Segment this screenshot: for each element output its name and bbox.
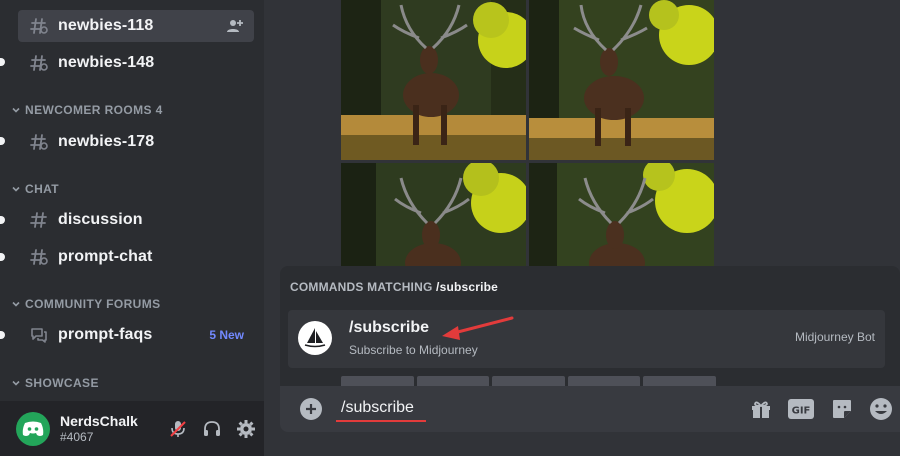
category-label: CHAT — [25, 182, 60, 196]
image-tile[interactable] — [529, 163, 714, 269]
gif-button[interactable]: GIF — [788, 396, 814, 422]
deer-image — [529, 163, 714, 269]
commands-header: COMMANDS MATCHING /subscribe — [290, 280, 498, 294]
sticker-button[interactable] — [829, 396, 855, 422]
threads-hash-icon — [28, 52, 50, 74]
username: NerdsChalk — [60, 412, 138, 429]
message-input-bar: /subscribe GIF — [280, 386, 900, 432]
category-chat[interactable]: CHAT — [10, 180, 59, 198]
unread-indicator — [0, 137, 5, 145]
category-label: NEWCOMER ROOMS 4 — [25, 103, 163, 117]
user-info[interactable]: NerdsChalk #4067 — [60, 413, 162, 445]
command-option-subscribe[interactable]: /subscribe Subscribe to Midjourney Midjo… — [288, 310, 885, 368]
peek-button — [643, 376, 716, 386]
channel-label: discussion — [58, 211, 143, 228]
image-tile[interactable] — [529, 0, 714, 160]
channel-newbies-148[interactable]: newbies-148 — [18, 47, 254, 79]
channel-label: prompt-chat — [58, 248, 153, 265]
upload-button[interactable] — [300, 398, 322, 420]
discord-logo-icon — [22, 421, 44, 436]
gift-icon — [752, 401, 770, 418]
channel-newbies-118[interactable]: newbies-118 — [18, 10, 254, 42]
avatar[interactable] — [16, 411, 50, 446]
channel-label: newbies-178 — [58, 133, 155, 150]
user-tag: #4067 — [60, 429, 94, 444]
mute-mic-button[interactable] — [162, 413, 194, 445]
unread-indicator — [0, 58, 5, 66]
chevron-down-icon — [12, 186, 20, 192]
channel-newbies-178[interactable]: newbies-178 — [18, 126, 254, 158]
category-label: SHOWCASE — [25, 376, 99, 390]
channel-discussion[interactable]: discussion — [18, 204, 254, 236]
add-member-icon[interactable] — [226, 17, 244, 35]
category-community-forums[interactable]: COMMUNITY FORUMS — [10, 295, 161, 313]
threads-hash-icon — [28, 15, 50, 37]
commands-header-query: /subscribe — [436, 280, 499, 294]
gif-icon: GIF — [788, 399, 814, 419]
deer-image — [341, 163, 526, 269]
plus-icon — [306, 404, 316, 414]
headphones-icon — [204, 420, 220, 436]
channel-prompt-chat[interactable]: prompt-chat — [18, 241, 254, 273]
forum-icon — [28, 324, 50, 346]
emoji-icon — [870, 398, 892, 420]
gift-button[interactable] — [748, 396, 774, 422]
channel-prompt-faqs[interactable]: prompt-faqs 5 New — [18, 319, 254, 351]
muted-mic-icon — [170, 420, 186, 437]
threads-hash-icon — [28, 131, 50, 153]
category-label: COMMUNITY FORUMS — [25, 297, 161, 311]
command-description: Subscribe to Midjourney — [349, 343, 478, 357]
unread-indicator — [0, 253, 5, 261]
deer-image — [529, 0, 714, 160]
chevron-down-icon — [12, 380, 20, 386]
message-buttons-peek — [341, 376, 716, 386]
channel-label: newbies-118 — [58, 17, 154, 34]
unread-indicator — [0, 216, 5, 224]
threads-hash-icon — [28, 246, 50, 268]
deer-image — [341, 0, 526, 160]
channel-sidebar: newbies-118 newbies-148 NEWCOMER ROOMS 4… — [0, 0, 264, 456]
command-bot-name: Midjourney Bot — [794, 330, 875, 344]
chevron-down-icon — [12, 301, 20, 307]
user-panel: NerdsChalk #4067 — [0, 401, 264, 456]
message-input[interactable]: /subscribe — [341, 399, 414, 417]
command-name: /subscribe — [349, 319, 430, 336]
svg-text:GIF: GIF — [792, 406, 811, 417]
unread-indicator — [0, 331, 5, 339]
image-tile[interactable] — [341, 0, 526, 160]
midjourney-bot-avatar — [298, 321, 332, 355]
channel-label: newbies-148 — [58, 54, 155, 71]
emoji-button[interactable] — [868, 396, 894, 422]
peek-button — [492, 376, 565, 386]
annotation-arrow-icon — [442, 316, 514, 340]
annotation-underline — [336, 420, 426, 422]
chevron-down-icon — [12, 107, 20, 113]
image-tile[interactable] — [341, 163, 526, 269]
peek-button — [416, 376, 490, 386]
command-autocomplete-popup: COMMANDS MATCHING /subscribe /subscribe … — [280, 266, 900, 386]
gear-icon — [237, 419, 255, 438]
sticker-icon — [833, 400, 851, 418]
deafen-button[interactable] — [196, 413, 228, 445]
user-settings-button[interactable] — [230, 413, 262, 445]
commands-header-prefix: COMMANDS MATCHING — [290, 280, 437, 294]
category-newcomer-rooms[interactable]: NEWCOMER ROOMS 4 — [10, 101, 163, 119]
category-showcase[interactable]: SHOWCASE — [10, 374, 99, 392]
peek-button — [341, 376, 414, 386]
hash-icon — [28, 209, 50, 231]
channel-label: prompt-faqs — [58, 326, 153, 343]
new-posts-badge: 5 New — [209, 328, 244, 342]
sailboat-icon — [304, 328, 326, 348]
peek-button — [567, 376, 641, 386]
generated-image-grid[interactable] — [341, 0, 714, 269]
